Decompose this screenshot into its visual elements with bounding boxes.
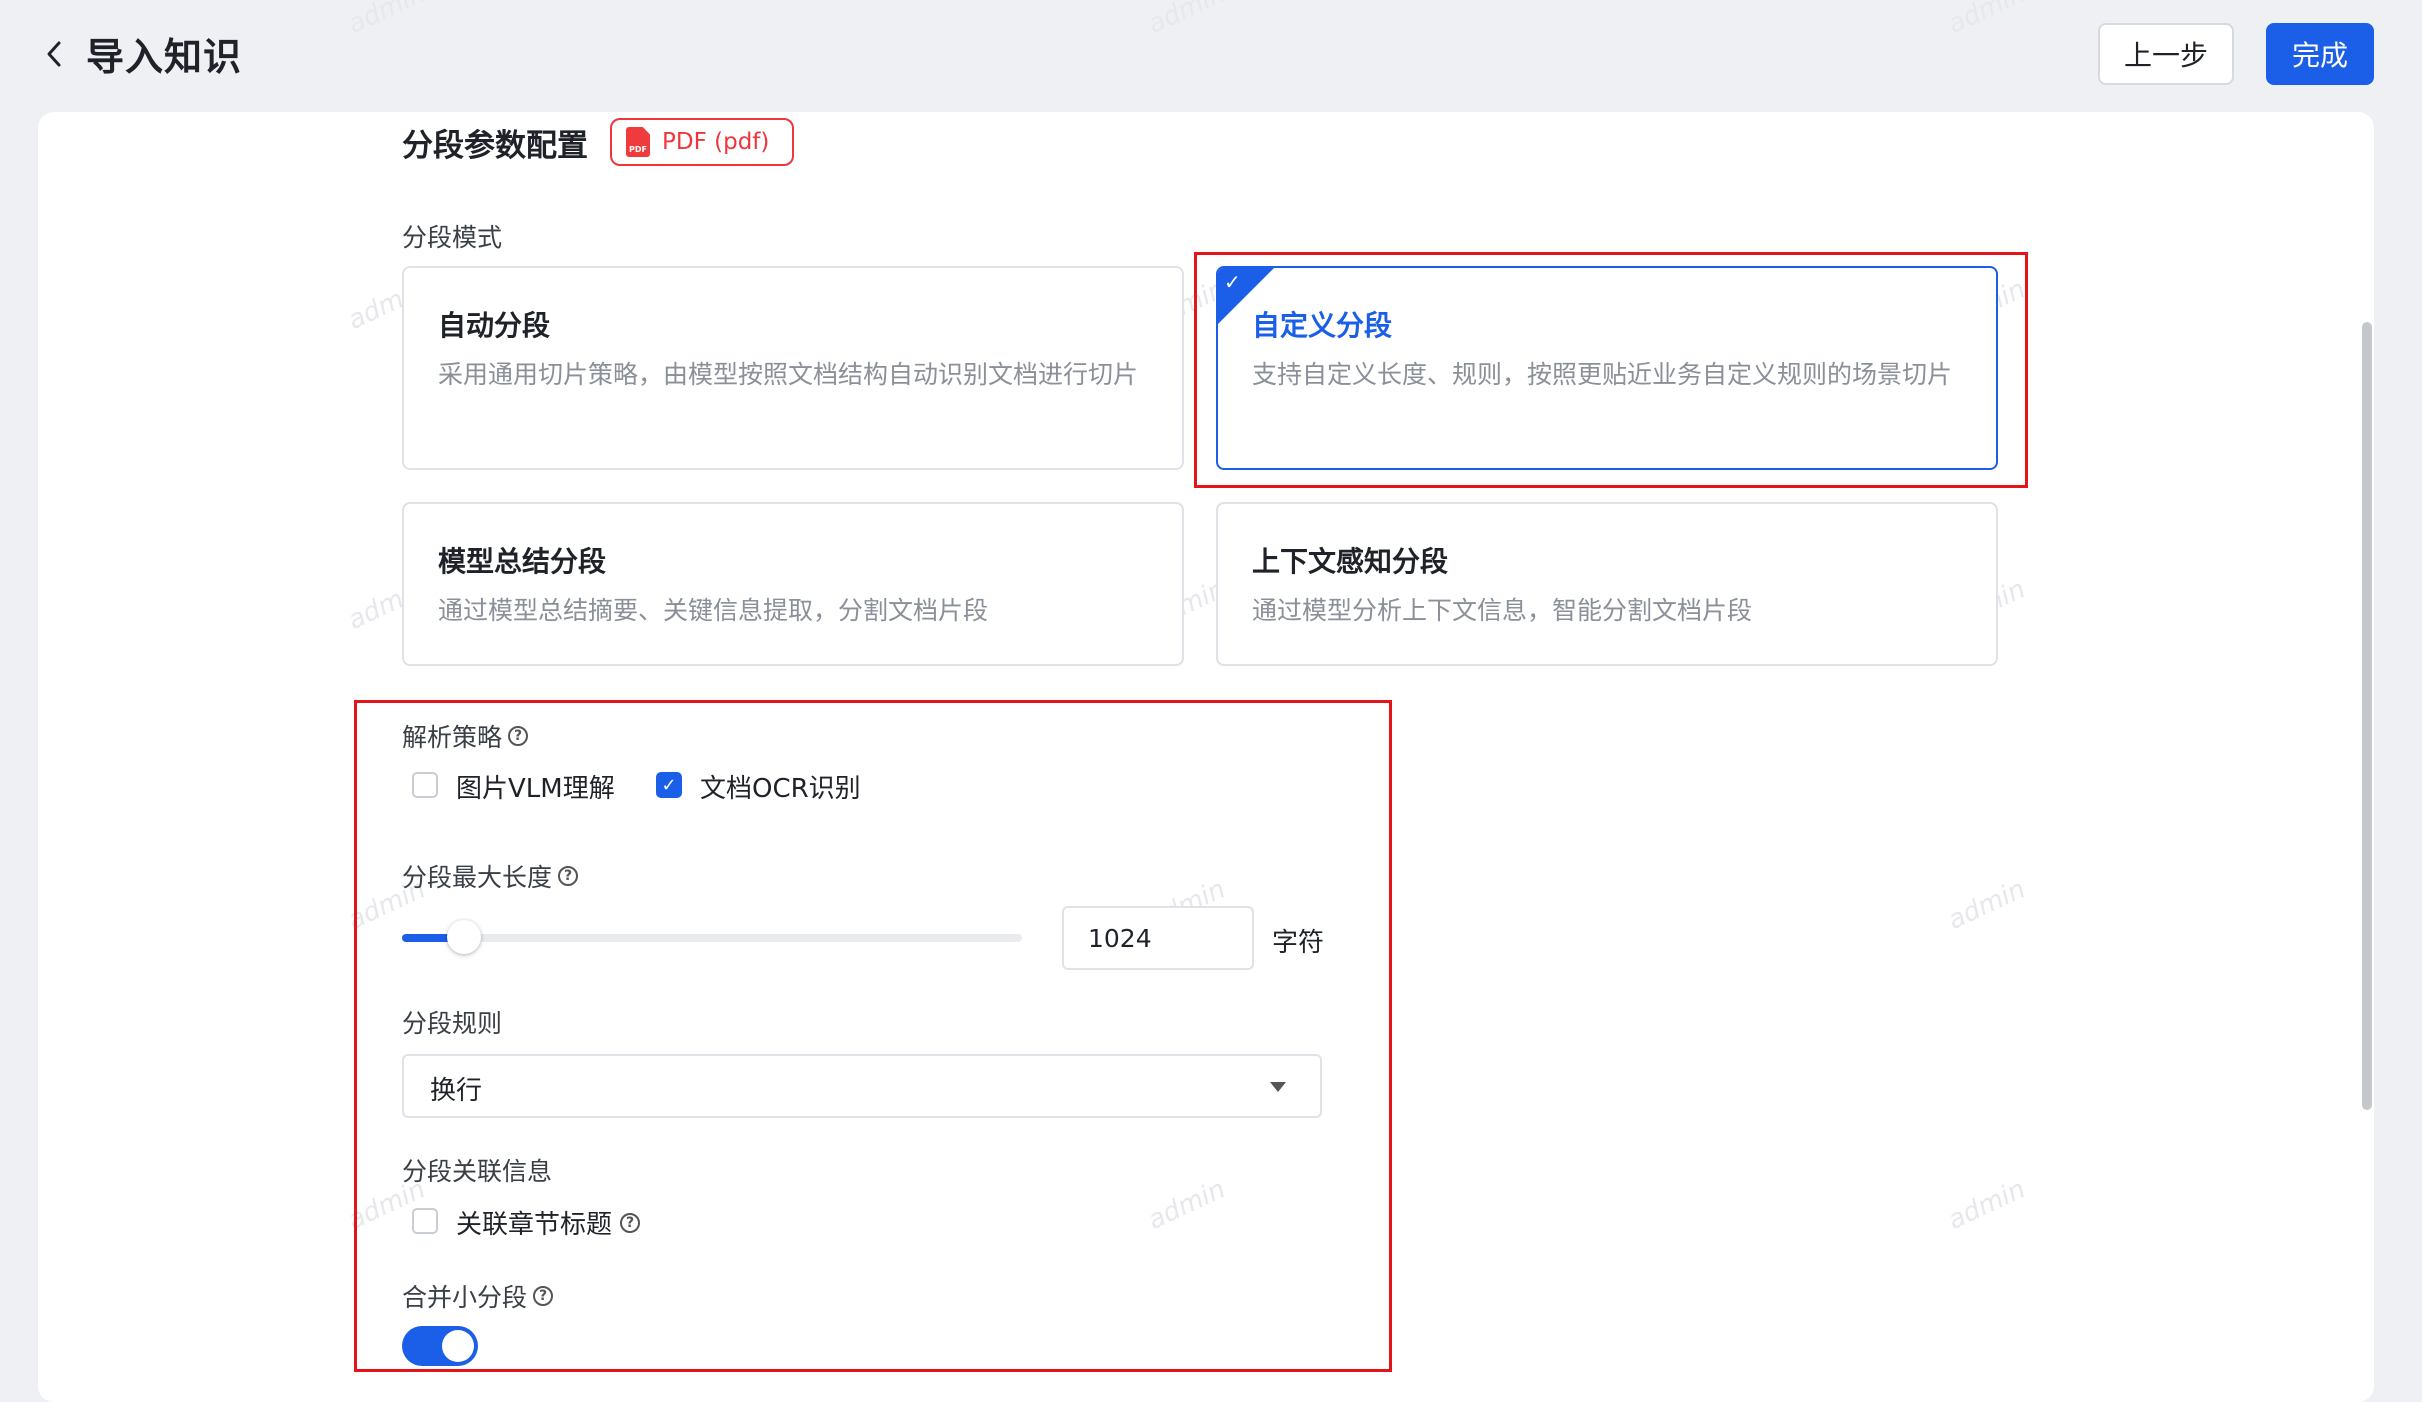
chapter-title-option-label: 关联章节标题	[456, 1210, 613, 1240]
help-icon[interactable]: ?	[508, 726, 529, 746]
mode-title: 模型总结分段	[438, 545, 607, 578]
chapter-title-option: 关联章节标题 ?	[456, 1204, 641, 1241]
help-icon[interactable]: ?	[533, 1286, 554, 1306]
merge-small-label: 合并小分段 ?	[402, 1278, 554, 1314]
caret-down-icon	[1270, 1082, 1286, 1092]
vlm-option-label: 图片VLM理解	[456, 774, 615, 804]
segment-mode-label-text: 分段模式	[402, 223, 503, 252]
mode-description: 支持自定义长度、规则，按照更贴近业务自定义规则的场景切片	[1252, 360, 1953, 389]
parse-strategy-label-text: 解析策略	[402, 723, 503, 752]
max-length-slider[interactable]	[402, 920, 1022, 954]
slider-thumb[interactable]	[447, 920, 481, 954]
chevron-left-icon	[47, 41, 61, 67]
help-icon[interactable]: ?	[558, 866, 579, 886]
main-panel	[38, 112, 2374, 1402]
previous-step-button[interactable]: 上一步	[2098, 23, 2234, 85]
merge-small-label-text: 合并小分段	[402, 1283, 528, 1312]
mode-card-context[interactable]: 上下文感知分段 通过模型分析上下文信息，智能分割文档片段	[1216, 502, 1998, 666]
page-title: 导入知识	[86, 35, 243, 79]
back-button[interactable]	[36, 34, 72, 74]
ocr-checkbox[interactable]: ✓	[656, 772, 682, 798]
vlm-checkbox[interactable]	[412, 772, 438, 798]
help-icon[interactable]: ?	[620, 1212, 641, 1233]
mode-card-auto[interactable]: 自动分段 采用通用切片策略，由模型按照文档结构自动识别文档进行切片	[402, 266, 1184, 470]
section-title: 分段参数配置	[402, 128, 588, 164]
segment-rule-select[interactable]: 换行	[402, 1054, 1322, 1118]
pdf-file-icon: PDF	[626, 127, 650, 157]
file-type-tag: PDF PDF (pdf)	[610, 118, 794, 166]
done-button[interactable]: 完成	[2266, 23, 2374, 85]
mode-title: 自定义分段	[1252, 309, 1393, 342]
max-length-label-text: 分段最大长度	[402, 863, 553, 892]
mode-title: 自动分段	[438, 309, 551, 342]
toggle-knob	[442, 1330, 474, 1362]
mode-description: 通过模型分析上下文信息，智能分割文档片段	[1252, 596, 1753, 625]
mode-card-custom[interactable]: ✓ 自定义分段 支持自定义长度、规则，按照更贴近业务自定义规则的场景切片	[1216, 266, 1998, 470]
relation-info-label-text: 分段关联信息	[402, 1157, 553, 1186]
ocr-option-label: 文档OCR识别	[700, 774, 861, 804]
segment-mode-label: 分段模式	[402, 218, 502, 254]
chapter-title-checkbox[interactable]	[412, 1208, 438, 1234]
file-type-label: PDF (pdf)	[662, 129, 770, 155]
mode-title: 上下文感知分段	[1252, 545, 1449, 578]
max-length-input[interactable]	[1062, 906, 1254, 970]
relation-info-label: 分段关联信息	[402, 1152, 552, 1188]
parse-strategy-label: 解析策略 ?	[402, 718, 529, 754]
check-icon: ✓	[1224, 270, 1241, 294]
mode-card-summary[interactable]: 模型总结分段 通过模型总结摘要、关键信息提取，分割文档片段	[402, 502, 1184, 666]
segment-rule-label-text: 分段规则	[402, 1009, 503, 1038]
max-length-label: 分段最大长度 ?	[402, 858, 579, 894]
top-bar: 导入知识 上一步 完成	[0, 0, 2422, 110]
segment-rule-value: 换行	[430, 1076, 483, 1106]
mode-description: 采用通用切片策略，由模型按照文档结构自动识别文档进行切片	[438, 360, 1139, 389]
merge-small-toggle[interactable]	[402, 1326, 478, 1366]
scrollbar[interactable]	[2362, 322, 2372, 1110]
mode-description: 通过模型总结摘要、关键信息提取，分割文档片段	[438, 596, 989, 625]
segment-rule-label: 分段规则	[402, 1004, 502, 1040]
unit-label: 字符	[1272, 928, 1325, 958]
